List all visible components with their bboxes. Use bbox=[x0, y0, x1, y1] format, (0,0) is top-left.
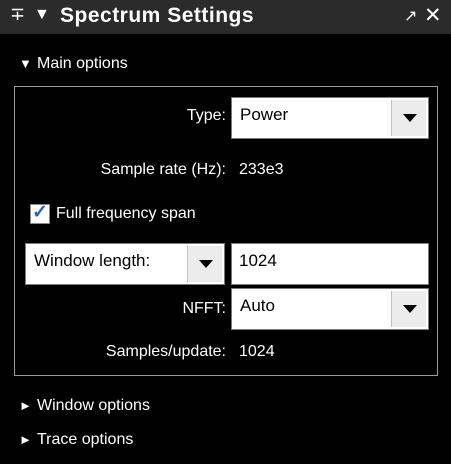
main-options-label: Main options bbox=[37, 55, 128, 72]
nfft-label: NFFT: bbox=[182, 300, 226, 317]
window-length-dropdown-value: Window length: bbox=[34, 251, 151, 270]
main-options-header[interactable]: ▼ Main options bbox=[0, 52, 451, 82]
full-frequency-span-label[interactable]: Full frequency span bbox=[56, 205, 196, 223]
triangle-right-icon: ► bbox=[19, 398, 32, 413]
undock-arrow-icon[interactable]: ↗ bbox=[404, 6, 417, 26]
window-length-input-value: 1024 bbox=[239, 251, 277, 270]
panel-title: Spectrum Settings bbox=[60, 4, 255, 27]
pin-icon[interactable]: ∓ bbox=[10, 4, 25, 25]
main-options-panel: Type: Power Sample rate (Hz): 233e3 ✓ Fu… bbox=[14, 86, 438, 376]
trace-options-label: Trace options bbox=[37, 431, 134, 448]
chevron-down-icon[interactable] bbox=[391, 291, 426, 327]
chevron-down-icon[interactable] bbox=[391, 100, 426, 136]
close-icon[interactable]: ✕ bbox=[424, 3, 442, 28]
sample-rate-value: 233e3 bbox=[239, 161, 284, 178]
window-length-input[interactable]: 1024 bbox=[231, 243, 429, 285]
window-length-dropdown[interactable]: Window length: bbox=[25, 243, 225, 285]
triangle-down-icon[interactable]: ▼ bbox=[34, 6, 50, 24]
type-dropdown[interactable]: Power bbox=[231, 97, 429, 139]
chevron-down-icon[interactable] bbox=[187, 246, 222, 282]
nfft-dropdown-value: Auto bbox=[240, 296, 275, 315]
check-icon: ✓ bbox=[32, 202, 48, 223]
title-bar: ∓ ▼ Spectrum Settings ↗ ✕ bbox=[0, 0, 451, 34]
window-options-label: Window options bbox=[37, 397, 150, 414]
samples-update-label: Samples/update: bbox=[105, 343, 226, 360]
triangle-down-icon: ▼ bbox=[19, 56, 32, 71]
window-options-header[interactable]: ► Window options bbox=[0, 394, 451, 424]
type-label: Type: bbox=[186, 107, 226, 124]
type-dropdown-value: Power bbox=[240, 105, 289, 124]
triangle-right-icon: ► bbox=[19, 432, 32, 447]
trace-options-header[interactable]: ► Trace options bbox=[0, 428, 451, 458]
full-frequency-span-checkbox[interactable]: ✓ bbox=[30, 202, 50, 224]
sample-rate-label: Sample rate (Hz): bbox=[100, 161, 226, 178]
samples-update-value: 1024 bbox=[239, 343, 275, 360]
nfft-dropdown[interactable]: Auto bbox=[231, 288, 429, 330]
